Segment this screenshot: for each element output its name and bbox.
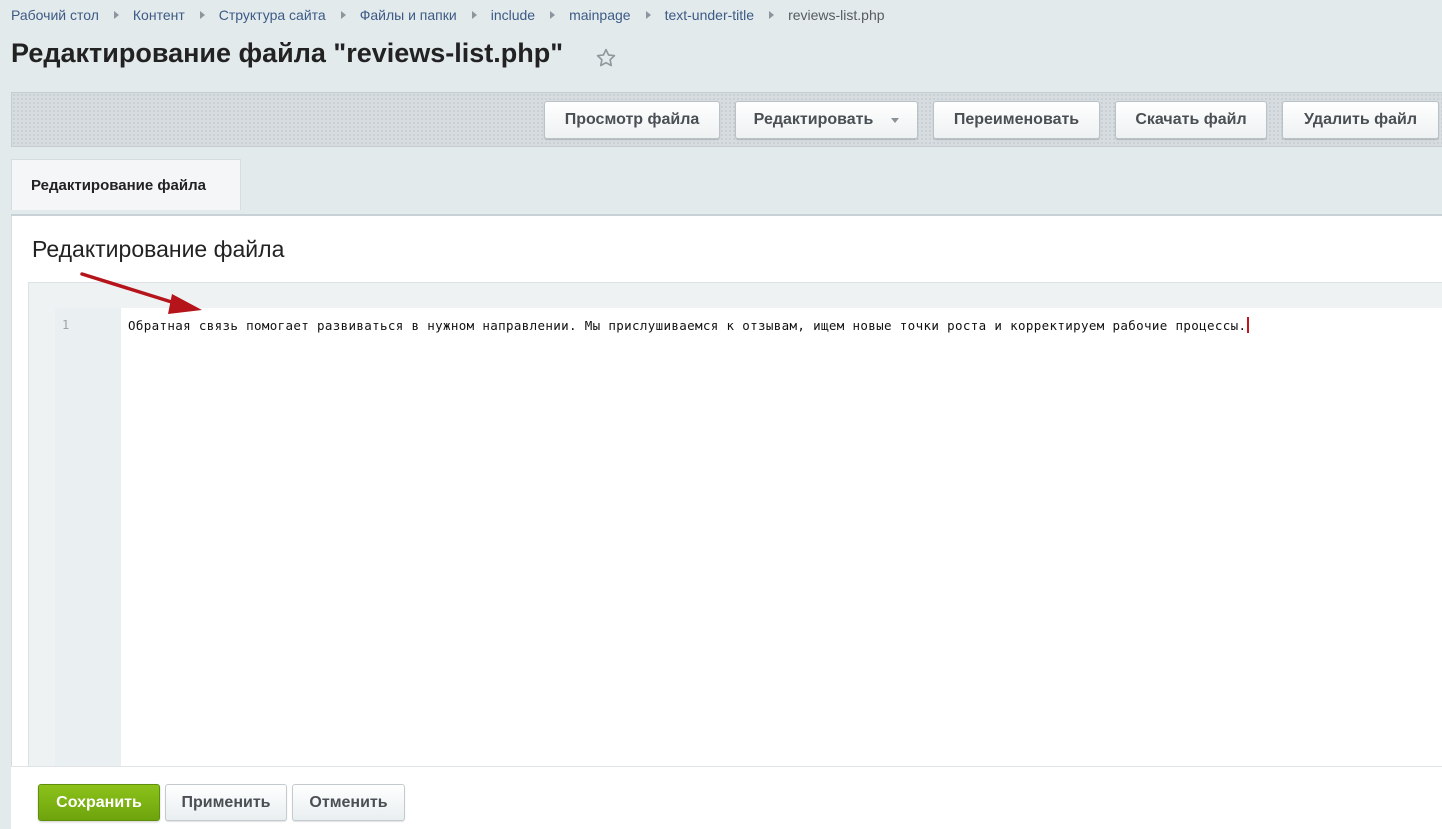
view-file-button[interactable]: Просмотр файла [544, 101, 720, 139]
rename-label: Переименовать [953, 111, 1080, 128]
breadcrumb-separator-icon [645, 11, 651, 19]
edit-label: Редактировать [753, 111, 874, 128]
code-editor[interactable]: 1 Обратная связь помогает развиваться в … [55, 308, 1442, 767]
toolbar: Просмотр файла Редактировать Переименова… [11, 92, 1442, 147]
breadcrumb-separator-icon [471, 11, 477, 19]
edit-dropdown-button[interactable]: Редактировать [735, 101, 918, 139]
save-label: Сохранить [56, 793, 142, 811]
delete-label: Удалить файл [1303, 111, 1417, 128]
content-panel: Редактирование файла 1 Обратная связь по… [11, 216, 1442, 767]
chevron-down-icon [891, 117, 900, 123]
breadcrumb-item-files-folders[interactable]: Файлы и папки [360, 7, 457, 23]
editor-frame: 1 Обратная связь помогает развиваться в … [28, 282, 1442, 767]
breadcrumb-item-current: reviews-list.php [788, 7, 885, 23]
breadcrumb: Рабочий стол Контент Структура сайта Фай… [11, 6, 885, 24]
breadcrumb-item-mainpage[interactable]: mainpage [569, 7, 631, 23]
code-line-text: Обратная связь помогает развиваться в ну… [128, 318, 1247, 333]
breadcrumb-item-content[interactable]: Контент [133, 7, 185, 23]
breadcrumb-separator-icon [199, 11, 205, 19]
breadcrumb-separator-icon [113, 11, 119, 19]
breadcrumb-separator-icon [550, 11, 556, 19]
text-cursor [1247, 317, 1250, 333]
star-outline-icon[interactable] [595, 47, 617, 69]
tab-label: Редактирование файла [31, 176, 206, 194]
line-number-gutter: 1 [55, 308, 121, 767]
cancel-label: Отменить [309, 793, 388, 811]
view-file-label: Просмотр файла [564, 111, 700, 128]
breadcrumb-item-desktop[interactable]: Рабочий стол [11, 7, 99, 23]
rename-button[interactable]: Переименовать [933, 101, 1100, 139]
download-label: Скачать файл [1135, 111, 1247, 128]
save-button[interactable]: Сохранить [38, 784, 160, 821]
form-footer: Сохранить Применить Отменить [11, 766, 1442, 829]
code-line[interactable]: Обратная связь помогает развиваться в ну… [128, 317, 1250, 333]
apply-button[interactable]: Применить [165, 784, 287, 821]
line-number: 1 [62, 318, 70, 332]
page-title: Редактирование файла "reviews-list.php" [11, 38, 564, 68]
delete-file-button[interactable]: Удалить файл [1282, 101, 1439, 139]
breadcrumb-item-include[interactable]: include [491, 7, 535, 23]
breadcrumb-item-text-under-title[interactable]: text-under-title [665, 7, 754, 23]
download-file-button[interactable]: Скачать файл [1115, 101, 1267, 139]
cancel-button[interactable]: Отменить [292, 784, 405, 821]
breadcrumb-separator-icon [340, 11, 346, 19]
breadcrumb-separator-icon [769, 11, 775, 19]
section-title: Редактирование файла [32, 236, 285, 262]
tab-edit-file[interactable]: Редактирование файла [11, 159, 241, 210]
tab-strip: Редактирование файла [11, 159, 1442, 216]
apply-label: Применить [181, 793, 271, 811]
breadcrumb-item-site-structure[interactable]: Структура сайта [219, 7, 326, 23]
